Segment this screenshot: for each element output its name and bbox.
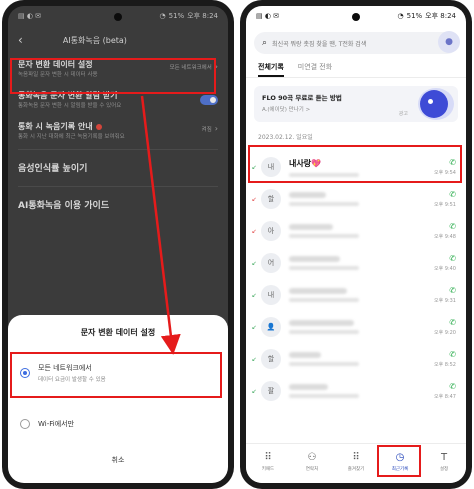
annotation-arrow	[140, 95, 181, 355]
